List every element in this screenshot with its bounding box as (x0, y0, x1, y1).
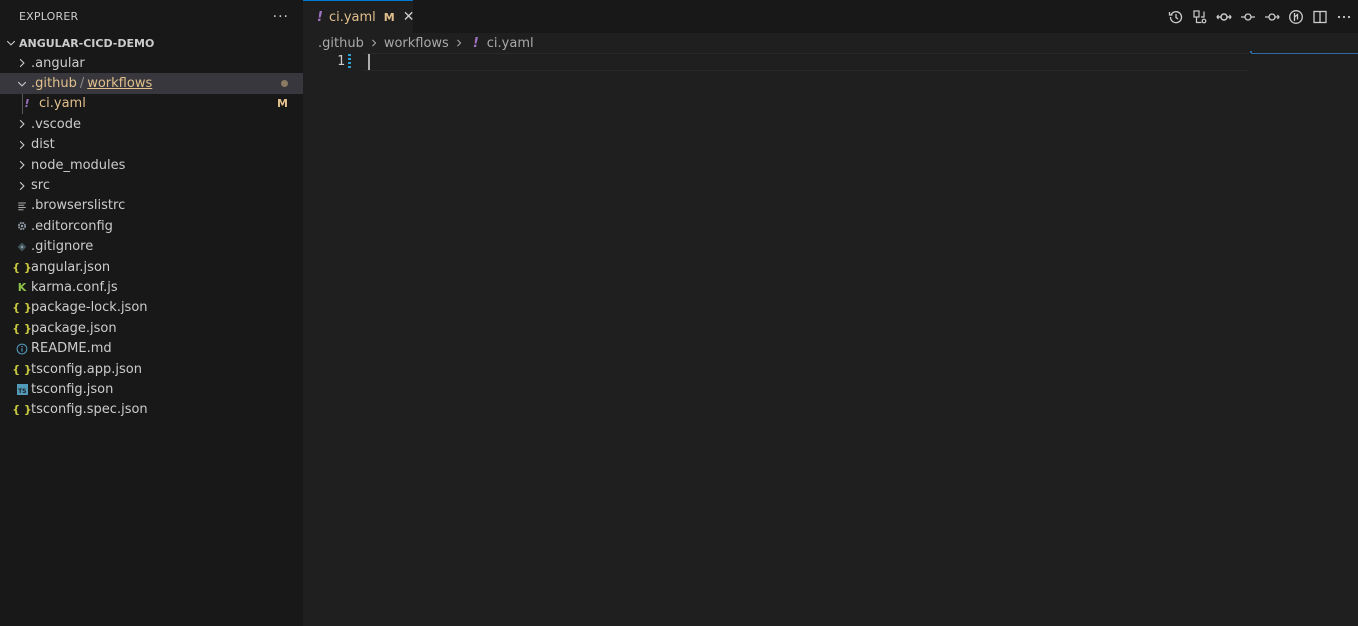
json-braces-icon: { } (12, 403, 32, 417)
editor-actions (1167, 0, 1352, 33)
tree-item-angular-folder[interactable]: .angular (0, 53, 303, 73)
chevron-right-icon (454, 38, 464, 48)
tree-item-label: .angular (31, 55, 85, 71)
minimap-marker (1250, 51, 1252, 53)
tree-item-ci-yaml[interactable]: ! ci.yaml M (0, 93, 303, 114)
root-folder-name: ANGULAR-CICD-DEMO (19, 36, 155, 50)
tree-item-github-workflows-folder[interactable]: .github / workflows (0, 73, 303, 94)
tree-item-node-modules-folder[interactable]: node_modules (0, 155, 303, 175)
tree-item-label: tsconfig.spec.json (31, 402, 148, 418)
tree-item-gitignore[interactable]: .gitignore (0, 237, 303, 257)
chevron-right-icon (14, 118, 30, 130)
line-number: 1 (337, 54, 345, 69)
tree-item-label: .editorconfig (31, 218, 113, 234)
tree-item-karma-conf[interactable]: K karma.conf.js (0, 277, 303, 297)
git-commit-icon[interactable] (1215, 8, 1232, 25)
lines-file-icon (14, 200, 30, 212)
breadcrumb-github[interactable]: .github (318, 36, 364, 51)
chevron-right-icon (14, 57, 30, 69)
path-separator: / (79, 76, 85, 92)
gear-icon (14, 220, 30, 232)
tab-bar: ! ci.yaml M ✕ (303, 0, 1358, 33)
root-folder-header[interactable]: ANGULAR-CICD-DEMO (0, 33, 303, 53)
karma-icon: K (17, 280, 27, 294)
tree-item-label: ci.yaml (39, 96, 86, 112)
ts-badge: TS (16, 383, 28, 395)
tree-item-label: dist (31, 137, 55, 153)
chevron-right-icon (369, 38, 379, 48)
explorer-sidebar: EXPLORER ··· ANGULAR-CICD-DEMO .angular … (0, 0, 303, 626)
json-braces-icon: { } (12, 362, 32, 376)
tree-item-angular-json[interactable]: { } angular.json (0, 257, 303, 277)
explorer-title: EXPLORER (19, 10, 79, 23)
tree-item-tsconfig-json[interactable]: TS tsconfig.json (0, 379, 303, 399)
chevron-right-icon (14, 180, 30, 192)
more-actions-icon[interactable] (1335, 8, 1352, 25)
tree-item-tsconfig-app-json[interactable]: { } tsconfig.app.json (0, 359, 303, 379)
breadcrumb: .github workflows ! ci.yaml (303, 33, 1358, 53)
split-editor-icon[interactable] (1311, 8, 1328, 25)
git-diamond-icon (14, 242, 30, 252)
history-icon[interactable] (1167, 8, 1184, 25)
text-cursor (368, 54, 370, 70)
current-line-highlight (363, 53, 1249, 71)
gitlens-icon[interactable] (1287, 8, 1304, 25)
tree-item-package-json[interactable]: { } package.json (0, 318, 303, 338)
modified-badge: M (277, 97, 288, 111)
more-actions-icon[interactable]: ··· (273, 9, 289, 25)
previous-change-icon[interactable] (1239, 8, 1256, 25)
json-braces-icon: { } (12, 321, 32, 335)
tree-item-label: .browserslistrc (31, 198, 126, 214)
code-editor[interactable]: 1 (303, 51, 1358, 626)
tree-item-label: package.json (31, 320, 117, 336)
tree-item-readme[interactable]: README.md (0, 338, 303, 358)
tab-ci-yaml[interactable]: ! ci.yaml M ✕ (303, 0, 415, 33)
editor-area: ! ci.yaml M ✕ .github workflows ! ci.yam… (303, 0, 1358, 626)
info-icon (14, 343, 30, 355)
yaml-file-icon: ! (317, 9, 323, 25)
folder-segment-workflows[interactable]: workflows (87, 76, 152, 91)
minimap-slider-edge[interactable] (1251, 53, 1358, 54)
modified-dot-icon (281, 80, 288, 88)
tree-item-label: src (31, 178, 50, 194)
json-braces-icon: { } (12, 301, 32, 315)
explorer-header: EXPLORER ··· (0, 0, 303, 33)
modified-badge: M (383, 10, 395, 24)
tree-item-label: .gitignore (31, 239, 94, 255)
tree-item-editorconfig[interactable]: .editorconfig (0, 216, 303, 236)
open-changes-icon[interactable] (1191, 8, 1208, 25)
tree-item-package-lock-json[interactable]: { } package-lock.json (0, 298, 303, 318)
tree-item-label: README.md (31, 341, 112, 357)
breadcrumb-workflows[interactable]: workflows (384, 36, 449, 51)
yaml-file-icon: ! (472, 35, 479, 51)
tree-item-tsconfig-spec-json[interactable]: { } tsconfig.spec.json (0, 400, 303, 420)
tree-item-label: package-lock.json (31, 300, 148, 316)
yaml-file-icon: ! (24, 97, 30, 111)
json-braces-icon: { } (12, 260, 32, 274)
indent-guide (22, 93, 23, 114)
chevron-right-icon (14, 159, 30, 171)
close-icon[interactable]: ✕ (403, 9, 415, 25)
dirty-diff-marker (348, 54, 351, 70)
chevron-down-icon (14, 78, 30, 90)
tree-item-label: .vscode (31, 116, 81, 132)
chevron-right-icon (14, 139, 30, 151)
tree-item-browserslistrc[interactable]: .browserslistrc (0, 196, 303, 216)
tree-item-label: node_modules (31, 157, 126, 173)
tab-label: ci.yaml (328, 9, 376, 25)
breadcrumb-ci-yaml[interactable]: ci.yaml (487, 36, 534, 51)
tree-item-dist-folder[interactable]: dist (0, 135, 303, 155)
tree-item-label: tsconfig.json (31, 381, 114, 397)
next-change-icon[interactable] (1263, 8, 1280, 25)
folder-segment-github[interactable]: .github (31, 76, 77, 91)
tree-item-src-folder[interactable]: src (0, 175, 303, 195)
tree-item-label: .github / workflows (31, 76, 152, 91)
tree-item-label: karma.conf.js (31, 279, 118, 295)
tree-item-label: angular.json (31, 259, 111, 275)
tree-item-vscode-folder[interactable]: .vscode (0, 114, 303, 134)
chevron-down-icon (4, 37, 18, 49)
file-tree: .angular .github / workflows ! ci.yaml M .… (0, 53, 303, 420)
tree-item-label: tsconfig.app.json (31, 361, 142, 377)
typescript-icon: TS (14, 383, 30, 395)
